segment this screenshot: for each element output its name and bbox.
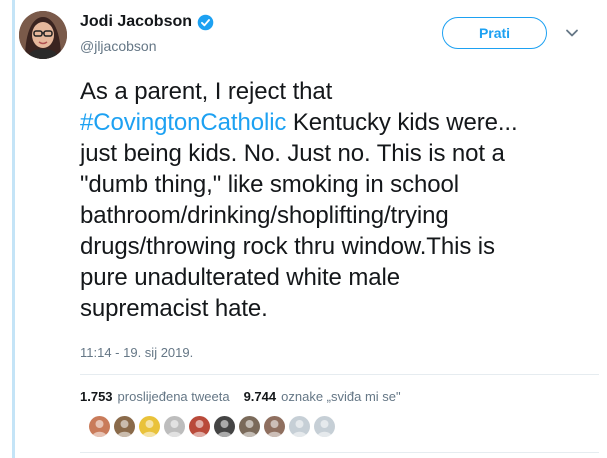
avatar[interactable] [19,11,67,59]
liker-avatar[interactable] [289,416,310,437]
liker-avatar[interactable] [164,416,185,437]
author-name[interactable]: Jodi Jacobson [80,13,192,31]
tweet-line: drugs/throwing rock thru window.This is [80,233,495,260]
tweet-timestamp[interactable]: 11:14 - 19. sij 2019. [80,345,193,360]
follow-button[interactable]: Prati [442,17,547,49]
liker-avatar[interactable] [264,416,285,437]
liker-avatar[interactable] [139,416,160,437]
liker-avatar[interactable] [239,416,260,437]
tweet-line: #CovingtonCatholic Kentucky kids were... [80,107,600,138]
liker-avatar[interactable] [314,416,335,437]
tweet-line: supremacist hate. [80,295,268,322]
tweet-line: just being kids. No. Just no. This is no… [80,140,505,167]
tweet-line: bathroom/drinking/shoplifting/trying [80,202,449,229]
divider [80,452,599,453]
liker-avatar[interactable] [114,416,135,437]
like-count[interactable]: 9.744 [244,389,277,404]
profile-photo-icon [19,11,67,59]
thread-rail [12,0,15,458]
hashtag-link[interactable]: #CovingtonCatholic [80,109,286,136]
chevron-down-icon[interactable] [565,26,579,40]
divider [80,374,599,375]
tweet-text: As a parent, I reject that #CovingtonCat… [80,76,600,324]
liker-avatar[interactable] [89,416,110,437]
tweet-line: pure unadulterated white male [80,264,400,291]
author-handle[interactable]: @jljacobson [80,38,156,54]
liker-avatar[interactable] [189,416,210,437]
liker-avatars [89,416,335,437]
retweet-label[interactable]: proslijeđena tweeta [118,389,230,404]
tweet-line: "dumb thing," like smoking in school [80,171,459,198]
like-label[interactable]: oznake „sviđa mi se" [281,389,401,404]
liker-avatar[interactable] [214,416,235,437]
verified-badge-icon [197,14,214,31]
retweet-count[interactable]: 1.753 [80,389,113,404]
tweet-line: As a parent, I reject that [80,78,333,105]
tweet-line-text: Kentucky kids were... [286,109,518,136]
author-name-row[interactable]: Jodi Jacobson [80,13,214,31]
tweet-stats: 1.753 proslijeđena tweeta 9.744 oznake „… [80,389,401,404]
